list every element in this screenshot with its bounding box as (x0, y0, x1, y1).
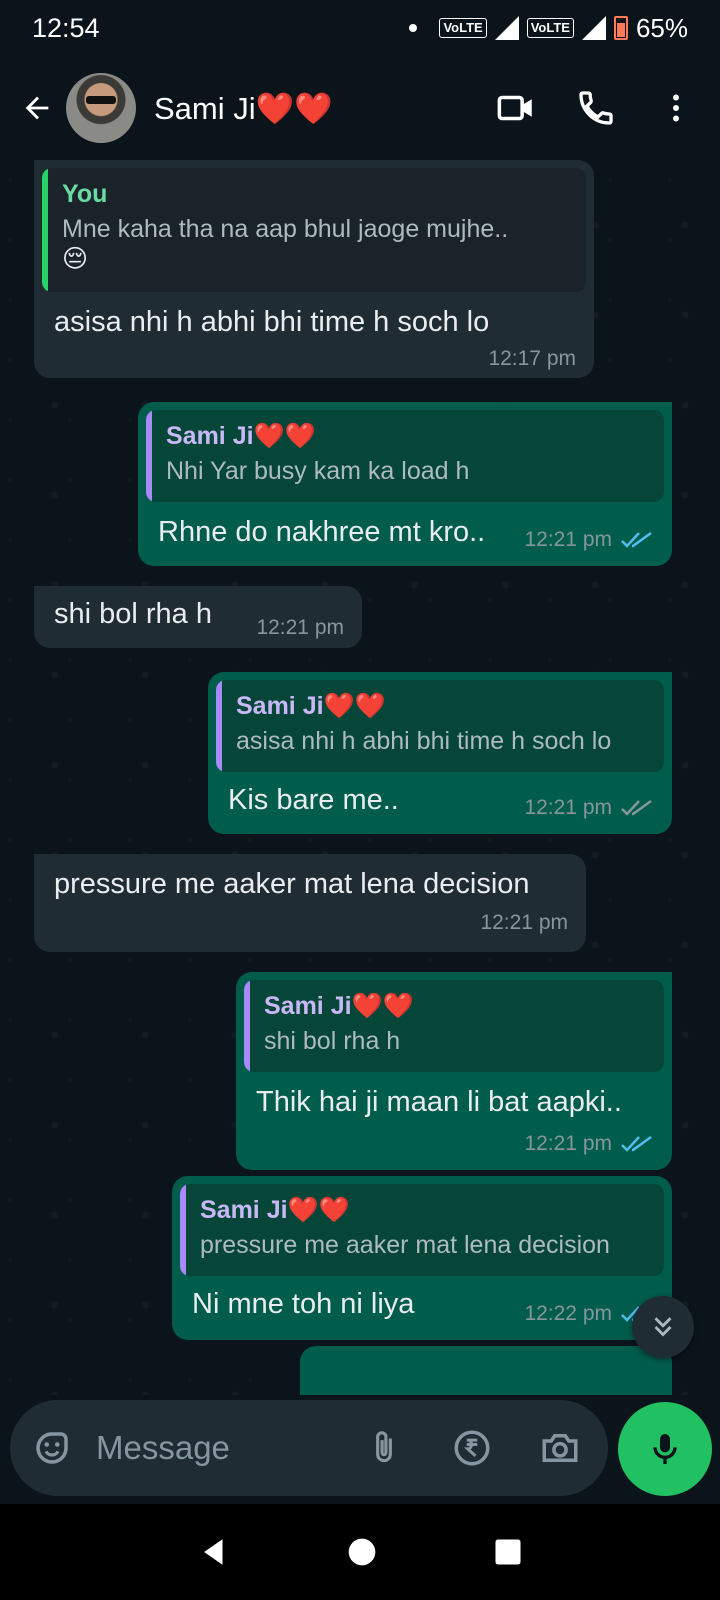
voice-call-button[interactable] (556, 68, 636, 148)
notification-dot-icon (409, 24, 418, 32)
video-call-icon (497, 95, 532, 121)
message-bubble[interactable]: Sami Ji❤️❤️ asisa nhi h abhi bhi time h … (208, 672, 672, 834)
quote-sender: You (62, 180, 108, 208)
quoted-message[interactable]: Sami Ji❤️❤️ pressure me aaker mat lena d… (180, 1184, 664, 1276)
quoted-message[interactable]: Sami Ji❤️❤️ asisa nhi h abhi bhi time h … (216, 680, 664, 772)
signal-icon (494, 16, 519, 40)
video-call-button[interactable] (476, 68, 556, 148)
message-bubble[interactable]: Sami Ji❤️❤️ Nhi Yar busy kam ka load h R… (138, 402, 672, 566)
quote-text: shi bol rha h (264, 1027, 401, 1055)
message-time: 12:22 pm (524, 1302, 612, 1325)
message-time: 12:21 pm (256, 616, 344, 639)
message-bubble[interactable]: shi bol rha h 12:21 pm (34, 586, 362, 648)
arrow-left-icon (25, 96, 49, 120)
battery-icon (613, 16, 628, 40)
status-icons: VoLTE VoLTE 65% (409, 13, 688, 44)
message-bubble[interactable]: Sami Ji❤️❤️ pressure me aaker mat lena d… (172, 1176, 672, 1340)
double-chevron-down-icon (654, 1317, 672, 1337)
paperclip-icon (376, 1431, 392, 1463)
message-bubble[interactable]: pressure me aaker mat lena decision 12:2… (34, 854, 586, 952)
home-nav-icon[interactable] (346, 1536, 378, 1568)
volte-badge-1: VoLTE (439, 18, 487, 38)
message-meta: 12:21 pm (524, 1132, 654, 1156)
quote-sender: Sami Ji❤️❤️ (166, 422, 316, 450)
sticker-button[interactable] (28, 1424, 76, 1472)
message-composer: Message (10, 1400, 608, 1496)
message-text: Thik hai ji maan li bat aapki.. (256, 1086, 622, 1118)
message-time: 12:21 pm (524, 528, 612, 551)
contact-name-text: Sami Ji (154, 90, 256, 126)
message-time: 12:21 pm (524, 796, 612, 819)
double-check-read-icon (621, 531, 652, 548)
status-bar: 12:54 VoLTE VoLTE 65% (0, 0, 720, 56)
quoted-message[interactable]: You Mne kaha tha na aap bhul jaoge mujhe… (42, 168, 586, 292)
mic-icon (653, 1434, 677, 1464)
camera-icon (542, 1434, 578, 1462)
back-button[interactable] (8, 78, 66, 138)
signal-icon-2 (581, 16, 606, 40)
whatsapp-chat-screen: 12:54 VoLTE VoLTE 65% Sami Ji❤️❤️ You Mn… (0, 0, 720, 1600)
status-time: 12:54 (32, 12, 100, 43)
scroll-to-bottom-button[interactable] (632, 1296, 694, 1358)
chat-header: Sami Ji❤️❤️ (0, 56, 720, 160)
voice-message-button[interactable] (618, 1402, 712, 1496)
quote-emoji: 😔 (62, 245, 89, 273)
more-options-button[interactable] (636, 68, 716, 148)
message-bubble-partial[interactable] (300, 1346, 672, 1395)
more-vertical-icon (673, 94, 679, 122)
message-text: asisa nhi h abhi bhi time h soch lo (54, 306, 490, 338)
message-bubble[interactable]: Sami Ji❤️❤️ shi bol rha h Thik hai ji ma… (236, 972, 672, 1170)
message-time: 12:17 pm (488, 347, 576, 370)
back-nav-icon[interactable] (197, 1535, 231, 1569)
quote-text: Mne kaha tha na aap bhul jaoge mujhe.. (62, 215, 509, 243)
message-time: 12:21 pm (524, 1132, 612, 1155)
quote-sender: Sami Ji❤️❤️ (264, 992, 414, 1020)
double-check-delivered-icon (621, 799, 652, 816)
quote-sender: Sami Ji❤️❤️ (200, 1196, 350, 1224)
camera-button[interactable] (530, 1418, 590, 1478)
message-meta: 12:21 pm (524, 528, 654, 552)
battery-percent: 65% (635, 12, 688, 43)
system-navigation-bar (0, 1504, 720, 1600)
message-input[interactable]: Message (96, 1429, 354, 1467)
sticker-icon (36, 1432, 68, 1464)
quoted-message[interactable]: Sami Ji❤️❤️ Nhi Yar busy kam ka load h (146, 410, 664, 502)
quote-sender: Sami Ji❤️❤️ (236, 692, 386, 720)
chat-messages-area[interactable]: You Mne kaha tha na aap bhul jaoge mujhe… (0, 160, 720, 1395)
quoted-message[interactable]: Sami Ji❤️❤️ shi bol rha h (244, 980, 664, 1072)
quote-text: Nhi Yar busy kam ka load h (166, 457, 470, 485)
attach-button[interactable] (354, 1418, 414, 1478)
message-time: 12:21 pm (480, 911, 568, 934)
contact-hearts: ❤️❤️ (255, 90, 333, 126)
volte-badge-2: VoLTE (526, 18, 574, 38)
rupee-icon (454, 1430, 490, 1466)
quote-text: asisa nhi h abhi bhi time h soch lo (236, 727, 612, 755)
avatar[interactable] (66, 73, 136, 143)
contact-name[interactable]: Sami Ji❤️❤️ (154, 90, 476, 127)
double-check-read-icon (621, 1135, 652, 1152)
message-meta: 12:21 pm (524, 796, 654, 820)
recents-nav-icon[interactable] (493, 1537, 523, 1567)
quote-text: pressure me aaker mat lena decision (200, 1231, 610, 1259)
payment-button[interactable] (442, 1418, 502, 1478)
phone-icon (579, 91, 613, 125)
message-text: pressure me aaker mat lena decision (54, 868, 530, 900)
message-bubble[interactable]: You Mne kaha tha na aap bhul jaoge mujhe… (34, 160, 594, 378)
